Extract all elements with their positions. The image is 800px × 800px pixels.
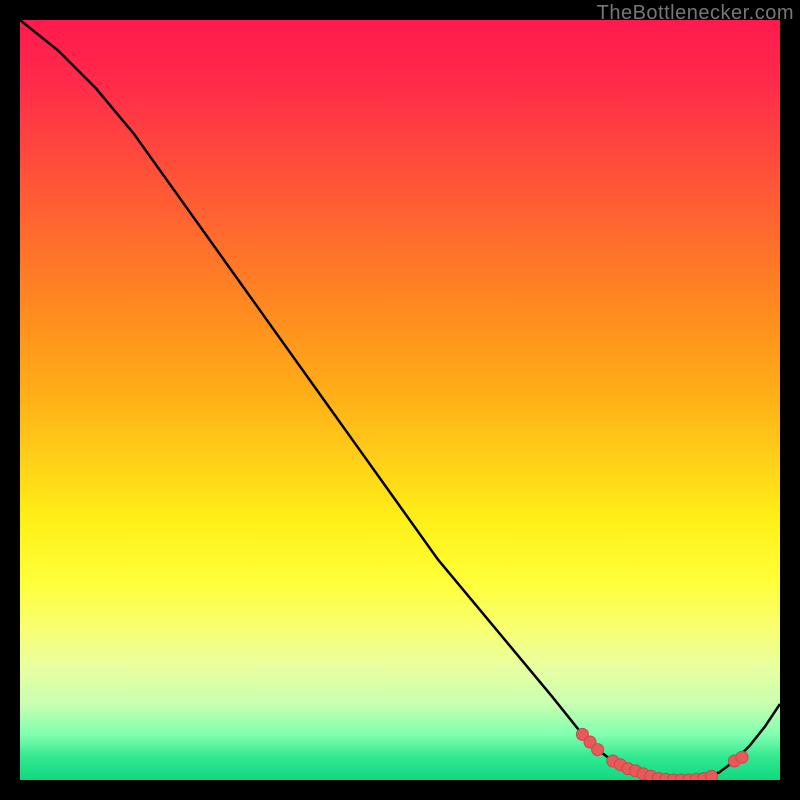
curve-line <box>20 20 780 780</box>
highlight-dot <box>736 751 748 763</box>
watermark-text: TheBottlenecker.com <box>597 2 794 25</box>
highlight-dot <box>706 770 718 780</box>
highlight-dot <box>592 744 604 756</box>
curve-svg <box>20 20 780 780</box>
dot-group <box>576 728 748 780</box>
plot-area <box>20 20 780 780</box>
chart-frame: TheBottlenecker.com <box>0 0 800 800</box>
